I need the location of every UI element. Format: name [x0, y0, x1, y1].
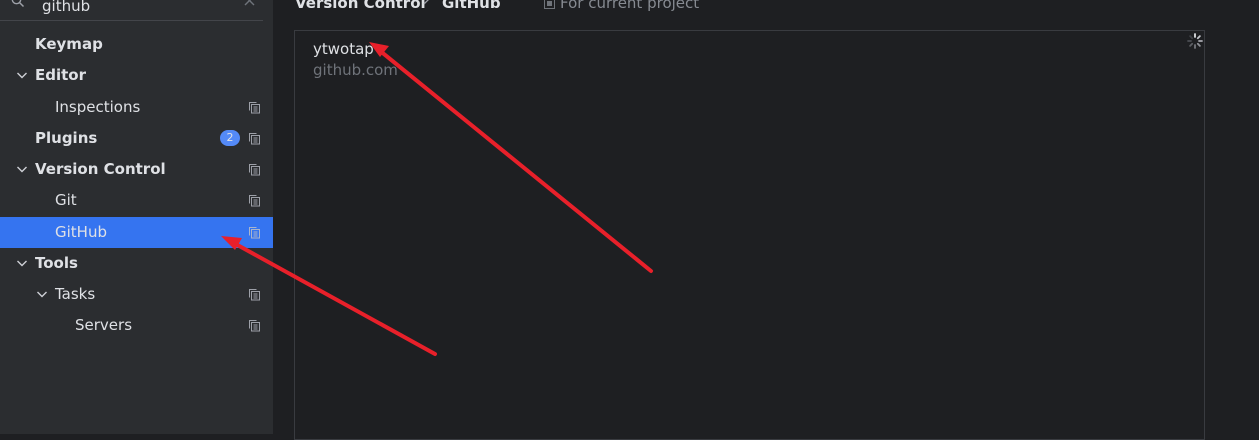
copy-icon [248, 288, 261, 301]
sidebar-item-github[interactable]: GitHub [0, 217, 273, 248]
chevron-down-icon[interactable] [15, 68, 29, 82]
account-server: github.com [313, 61, 398, 79]
sidebar-item-label: Git [55, 191, 77, 209]
sidebar-item-label: GitHub [55, 223, 107, 241]
copy-icon [248, 101, 261, 114]
project-scope-label: For current project [560, 0, 700, 12]
sidebar-item-tools[interactable]: Tools [0, 248, 273, 279]
settings-sidebar: Keymap Editor Inspections Plugins 2 Vers… [0, 0, 273, 434]
sidebar-item-label: Editor [35, 66, 86, 84]
chevron-down-icon[interactable] [15, 256, 29, 270]
search-icon[interactable] [11, 0, 25, 8]
sidebar-item-editor[interactable]: Editor [0, 60, 273, 91]
sidebar-item-label: Inspections [55, 98, 141, 116]
sidebar-item-keymap[interactable]: Keymap [0, 29, 273, 60]
github-accounts-list[interactable]: ytwotap github.com [294, 30, 1205, 440]
sidebar-item-servers[interactable]: Servers [0, 310, 273, 341]
chevron-down-icon[interactable] [35, 287, 49, 301]
copy-icon [248, 132, 261, 145]
copy-icon [248, 194, 261, 207]
sidebar-item-label: Tasks [55, 285, 96, 303]
chevron-right-icon [421, 0, 431, 6]
sidebar-item-label: Plugins [35, 129, 98, 147]
breadcrumb-current: GitHub [442, 0, 501, 12]
sidebar-item-git[interactable]: Git [0, 185, 273, 216]
chevron-down-icon[interactable] [15, 162, 29, 176]
copy-icon [248, 163, 261, 176]
settings-search-box [0, 0, 263, 21]
settings-search-input[interactable] [42, 0, 232, 17]
sidebar-item-tasks[interactable]: Tasks [0, 279, 273, 310]
sidebar-item-plugins[interactable]: Plugins 2 [0, 123, 273, 154]
sidebar-item-version-control[interactable]: Version Control [0, 154, 273, 185]
updates-badge: 2 [220, 130, 240, 146]
sidebar-item-label: Tools [35, 254, 78, 272]
sidebar-item-inspections[interactable]: Inspections [0, 92, 273, 123]
account-name[interactable]: ytwotap [313, 40, 374, 58]
project-scope-icon [544, 0, 555, 9]
copy-icon [248, 226, 261, 239]
sidebar-item-label: Version Control [35, 160, 166, 178]
breadcrumb-parent[interactable]: Version Control [295, 0, 426, 12]
sidebar-item-label: Keymap [35, 35, 103, 53]
spinner-icon [1186, 32, 1204, 50]
close-icon[interactable] [243, 0, 257, 8]
sidebar-item-label: Servers [75, 316, 133, 334]
copy-icon [248, 319, 261, 332]
